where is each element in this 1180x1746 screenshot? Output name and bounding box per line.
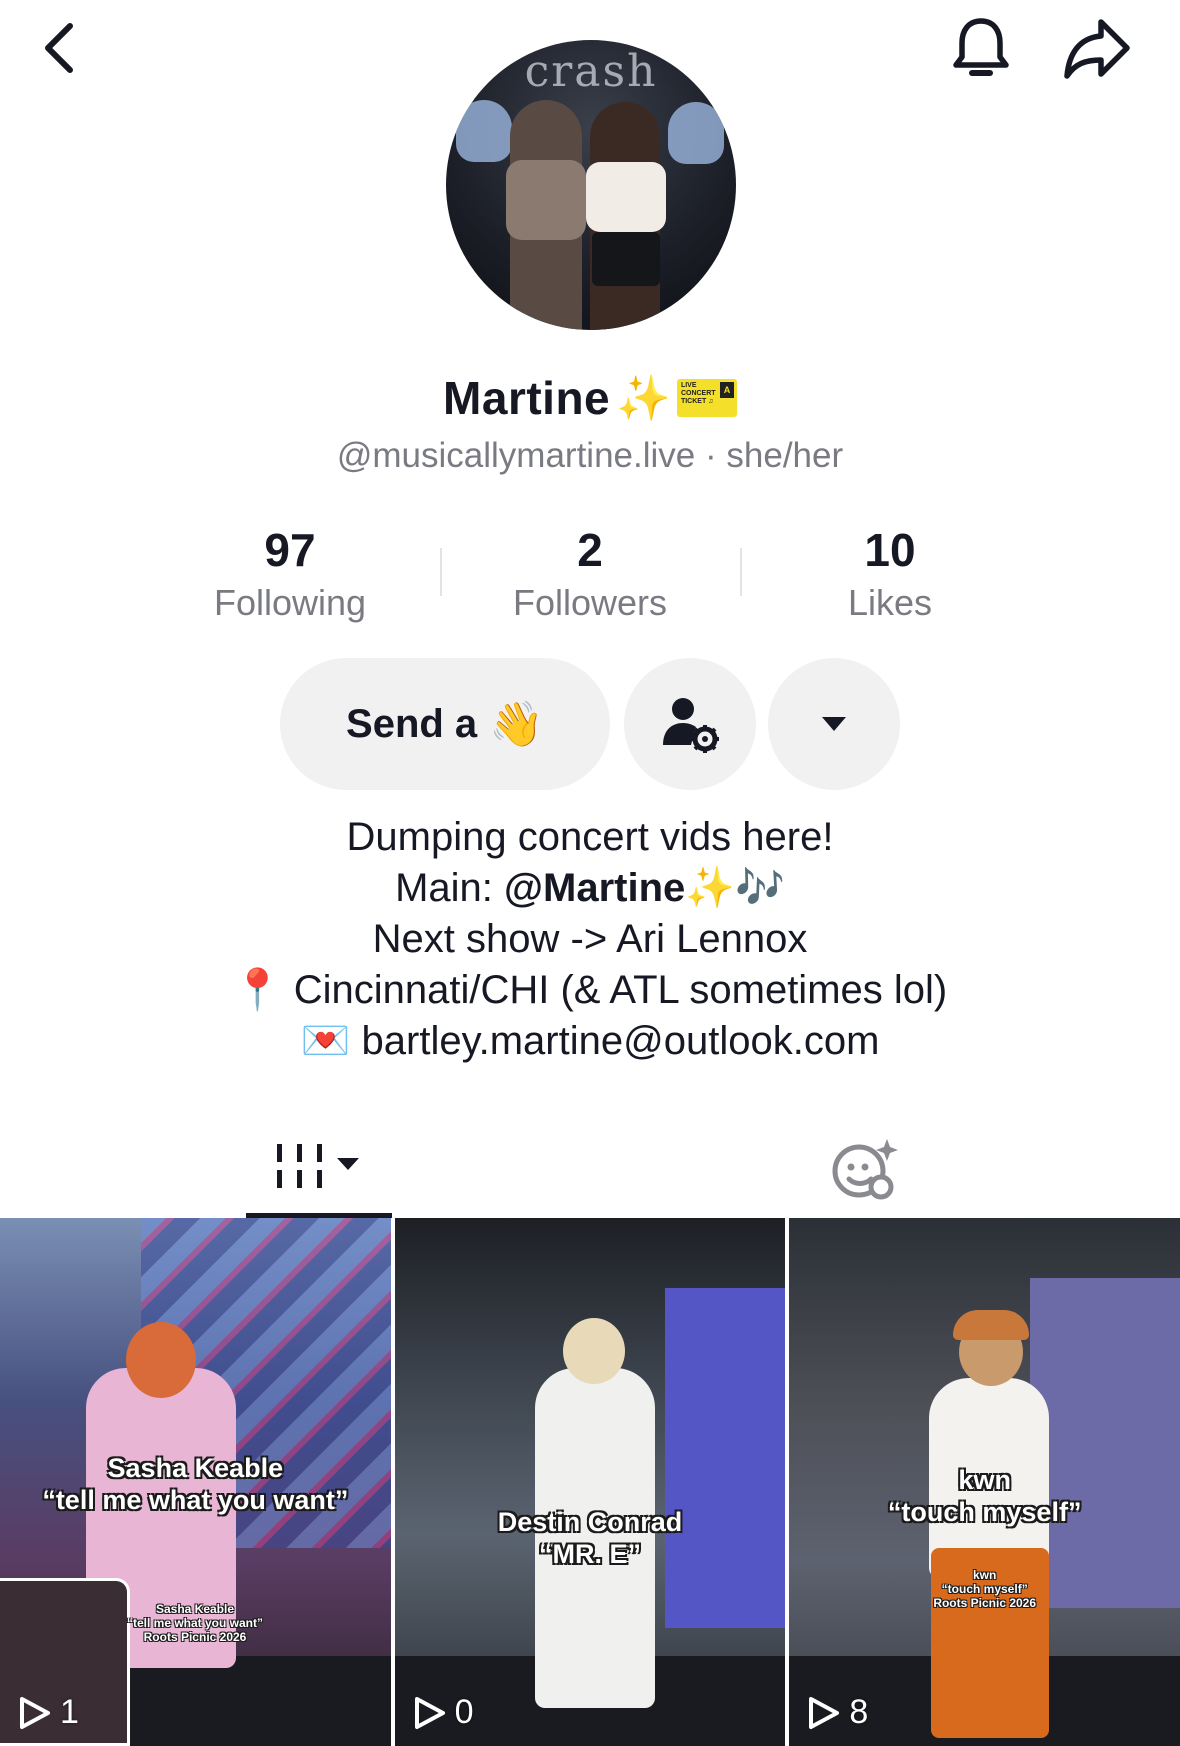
stat-followers[interactable]: 2 Followers bbox=[440, 520, 740, 630]
caption-subtitle: “tell me what you want” bbox=[42, 1485, 349, 1515]
avatar-decor bbox=[668, 102, 724, 164]
video-caption: kwn “touch myself” bbox=[789, 1464, 1180, 1528]
caption-title: Sasha Keable bbox=[107, 1453, 284, 1483]
video-thumbnail[interactable]: Sasha Keable “tell me what you want” Sas… bbox=[0, 1218, 391, 1746]
caption-event: Roots Picnic 2026 bbox=[933, 1596, 1037, 1610]
thumbnail-scene bbox=[665, 1288, 786, 1628]
send-button-label: Send a bbox=[346, 701, 478, 746]
stat-likes[interactable]: 10 Likes bbox=[740, 520, 1040, 630]
thumbnail-performer bbox=[562, 1318, 625, 1384]
friend-settings-button[interactable] bbox=[624, 658, 756, 790]
ticket-badge-text: LIVE CONCERT TICKET ♫ bbox=[680, 382, 716, 405]
content-tabs bbox=[0, 1118, 1180, 1218]
view-count: 0 bbox=[413, 1693, 474, 1732]
pronouns: she/her bbox=[726, 436, 844, 475]
view-count-value: 1 bbox=[60, 1693, 79, 1731]
pin-emoji: 📍 bbox=[232, 968, 283, 1012]
caption-title: Destin Conrad bbox=[497, 1507, 683, 1537]
caption-subtitle: “touch myself” bbox=[941, 1582, 1028, 1596]
avatar-person-shirt bbox=[506, 160, 586, 240]
caret-down-icon bbox=[822, 717, 846, 731]
video-caption-small: Sasha Keable “tell me what you want” Roo… bbox=[0, 1602, 390, 1644]
avatar-person-shirt bbox=[586, 162, 666, 232]
profile-actions: Send a 👋 bbox=[280, 658, 900, 790]
stat-following[interactable]: 97 Following bbox=[140, 520, 440, 630]
caption-title: Sasha Keable bbox=[155, 1602, 235, 1616]
video-grid: Sasha Keable “tell me what you want” Sas… bbox=[0, 1218, 1180, 1746]
username-handle: @musicallymartine.live bbox=[336, 436, 696, 475]
avatar-decor bbox=[456, 100, 512, 162]
wave-emoji: 👋 bbox=[489, 700, 544, 749]
bio-emoji: ✨🎶 bbox=[685, 866, 785, 910]
send-wave-button[interactable]: Send a 👋 bbox=[280, 658, 610, 790]
caption-subtitle: “MR. E” bbox=[539, 1539, 642, 1569]
smiley-sparkle-icon bbox=[832, 1139, 898, 1200]
bio-text: Cincinnati/CHI (& ATL sometimes lol) bbox=[282, 968, 948, 1012]
bio-text: Main: bbox=[395, 866, 505, 910]
video-caption: Sasha Keable “tell me what you want” bbox=[0, 1452, 391, 1516]
share-arrow-icon[interactable] bbox=[1060, 14, 1134, 84]
bio-line: Dumping concert vids here! bbox=[346, 815, 834, 859]
bell-icon[interactable] bbox=[948, 14, 1014, 84]
stat-value: 97 bbox=[264, 524, 316, 576]
stat-label: Following bbox=[213, 582, 367, 623]
more-options-button[interactable] bbox=[768, 658, 900, 790]
caption-title: kwn bbox=[958, 1465, 1011, 1495]
bio-line: Next show -> Ari Lennox bbox=[372, 917, 808, 961]
bio-line: 📍 Cincinnati/CHI (& ATL sometimes lol) bbox=[0, 965, 1180, 1016]
user-gear-icon bbox=[663, 698, 719, 753]
avatar[interactable]: crash bbox=[446, 40, 736, 330]
thumbnail-performer bbox=[953, 1310, 1030, 1340]
ticket-zone: A bbox=[719, 382, 734, 398]
tab-reposts[interactable] bbox=[820, 1118, 910, 1218]
profile-bio: Dumping concert vids here! Main: @Martin… bbox=[0, 812, 1180, 1067]
view-count: 8 bbox=[807, 1693, 868, 1732]
caption-event: Roots Picnic 2026 bbox=[143, 1630, 247, 1644]
view-count-value: 0 bbox=[454, 1693, 474, 1731]
view-count: 1 bbox=[18, 1693, 79, 1732]
bio-line: 💌 bartley.martine@outlook.com bbox=[0, 1016, 1180, 1067]
handle-row: @musicallymartine.live · she/her bbox=[0, 436, 1180, 476]
caption-subtitle: “tell me what you want” bbox=[126, 1616, 264, 1630]
caption-title: kwn bbox=[973, 1568, 997, 1582]
stat-label: Likes bbox=[847, 582, 933, 623]
display-name: Martine bbox=[443, 372, 611, 424]
thumbnail-performer bbox=[126, 1322, 196, 1398]
sparkles-emoji: ✨ bbox=[616, 374, 671, 423]
video-caption-small: kwn “touch myself” Roots Picnic 2026 bbox=[789, 1568, 1180, 1610]
profile-stats: 97 Following 2 Followers 10 Likes bbox=[140, 520, 1040, 630]
video-caption: Destin Conrad “MR. E” bbox=[395, 1506, 786, 1570]
avatar-person-shorts bbox=[592, 232, 660, 286]
stat-label: Followers bbox=[512, 582, 668, 623]
avatar-photo-backdrop: crash bbox=[524, 46, 658, 97]
thumbnail-scene bbox=[1030, 1278, 1180, 1608]
bio-mention-link[interactable]: @Martine bbox=[504, 866, 685, 910]
profile-name-row: Martine ✨ LIVE CONCERT TICKET ♫ A bbox=[0, 366, 1180, 430]
grid-bars-icon bbox=[277, 1144, 359, 1188]
video-thumbnail[interactable]: kwn “touch myself” kwn “touch myself” Ro… bbox=[789, 1218, 1180, 1746]
separator-dot: · bbox=[705, 436, 717, 475]
back-icon[interactable] bbox=[30, 18, 90, 78]
stat-value: 2 bbox=[577, 524, 603, 576]
play-icon bbox=[809, 1696, 840, 1729]
caption-subtitle: “touch myself” bbox=[887, 1497, 1082, 1527]
video-thumbnail[interactable]: Destin Conrad “MR. E” 0 bbox=[394, 1218, 786, 1746]
ticket-badge-icon: LIVE CONCERT TICKET ♫ A bbox=[676, 379, 737, 417]
view-count-value: 8 bbox=[849, 1693, 869, 1731]
love-letter-emoji: 💌 bbox=[300, 1019, 351, 1063]
stat-value: 10 bbox=[864, 524, 916, 576]
play-icon bbox=[20, 1696, 50, 1729]
bio-email: bartley.martine@outlook.com bbox=[350, 1019, 880, 1063]
tab-videos[interactable] bbox=[246, 1118, 392, 1218]
play-icon bbox=[414, 1696, 445, 1729]
bio-line: Main: @Martine✨🎶 bbox=[0, 863, 1180, 914]
